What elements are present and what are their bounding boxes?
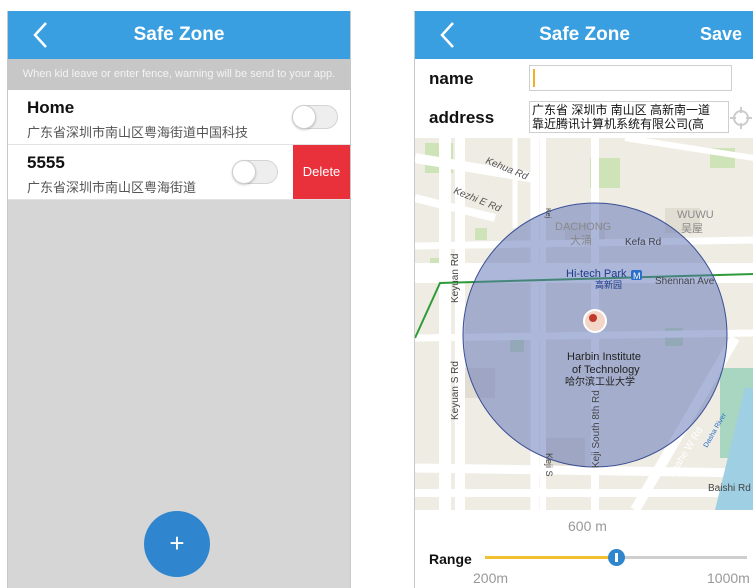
range-slider-fill [485,556,616,559]
range-slider-thumb[interactable] [608,549,625,566]
zone-item-home[interactable]: Home 广东省深圳市南山区粤海街道中国科技 [8,90,350,145]
toggle-knob [292,105,316,129]
range-min: 200m [473,570,509,586]
name-row: name [415,59,753,97]
map-label-wuwu-cn: 吴屋 [681,222,703,235]
address-label: address [429,108,495,127]
address-field[interactable]: 广东省 深圳市 南山区 高新南一道 靠近腾讯计算机系统有限公司(高 [529,101,729,133]
map-label-keyuan: Keyuan Rd [450,254,461,303]
map-label-wuwu: WUWU [677,209,714,221]
locate-target-icon[interactable] [730,107,752,129]
zone-toggle[interactable] [232,160,278,184]
metro-icon: M [631,270,642,281]
zone-toggle[interactable] [292,105,338,129]
range-slider[interactable] [485,549,747,566]
map-label-harbin-cn: 哈尔滨工业大学 [565,375,635,388]
delete-button[interactable]: Delete [293,145,350,199]
header-bar: Safe Zone Save [415,11,753,59]
map-label-baishi: Baishi Rd [708,483,751,494]
header-bar: Safe Zone [8,11,350,59]
range-label: Range [429,551,472,567]
toggle-knob [232,160,256,184]
map-label-keji: Keji S [544,453,554,477]
page-title: Safe Zone [133,24,225,45]
map-label-dachong: DACHONG [555,221,611,233]
map-label-kej-top: Kej [544,208,551,219]
svg-text:M: M [633,271,641,281]
address-line-2: 靠近腾讯计算机系统有限公司(高 [532,117,704,131]
zone-item-5555[interactable]: 5555 广东省深圳市南山区粤海街道 Delete [8,145,350,200]
kid-avatar-icon [583,309,607,333]
add-zone-button[interactable]: + [144,511,210,577]
name-input[interactable] [529,65,732,91]
address-row: address 广东省 深圳市 南山区 高新南一道 靠近腾讯计算机系统有限公司(… [415,97,753,138]
save-button[interactable]: Save [700,24,742,45]
zone-address: 广东省深圳市南山区粤海街道中国科技 [27,125,249,140]
map-label-harbin-1: Harbin Institute [567,351,641,363]
map-label-shennan: Shennan Ave [655,276,715,287]
address-line-1: 广东省 深圳市 南山区 高新南一道 [532,103,711,117]
range-value: 600 m [568,518,607,534]
map-label-kefa: Kefa Rd [625,237,661,248]
map-label-hitech: Hi-tech Park [566,268,627,280]
map-label-dachong-cn: 大涌 [570,233,592,247]
range-panel: 600 m Range 200m 1000m [415,510,753,588]
fence-info-banner: When kid leave or enter fence, warning w… [8,59,350,90]
text-caret [533,69,535,87]
map-label-keyuan-s: Keyuan S Rd [450,361,461,420]
map-label-hitech-cn: 高新园 [595,279,622,290]
range-max: 1000m [707,570,750,586]
map-view[interactable]: M Kehua Rd Kezhi E Rd DACHONG 大涌 Kefa Rd… [415,138,753,510]
map-canvas[interactable]: M Kehua Rd Kezhi E Rd DACHONG 大涌 Kefa Rd… [415,138,753,510]
map-label-harbin-2: of Technology [572,364,640,376]
zone-name: Home [27,98,75,117]
name-label: name [429,69,474,88]
zone-list-screen: Safe Zone When kid leave or enter fence,… [7,11,351,588]
zone-edit-screen: Safe Zone Save name address 广东省 深圳市 南山区 … [414,11,753,588]
map-label-keji-south: Keji South 8th Rd [591,390,602,468]
zone-address: 广东省深圳市南山区粤海街道 [27,180,197,195]
zone-name: 5555 [27,153,65,172]
